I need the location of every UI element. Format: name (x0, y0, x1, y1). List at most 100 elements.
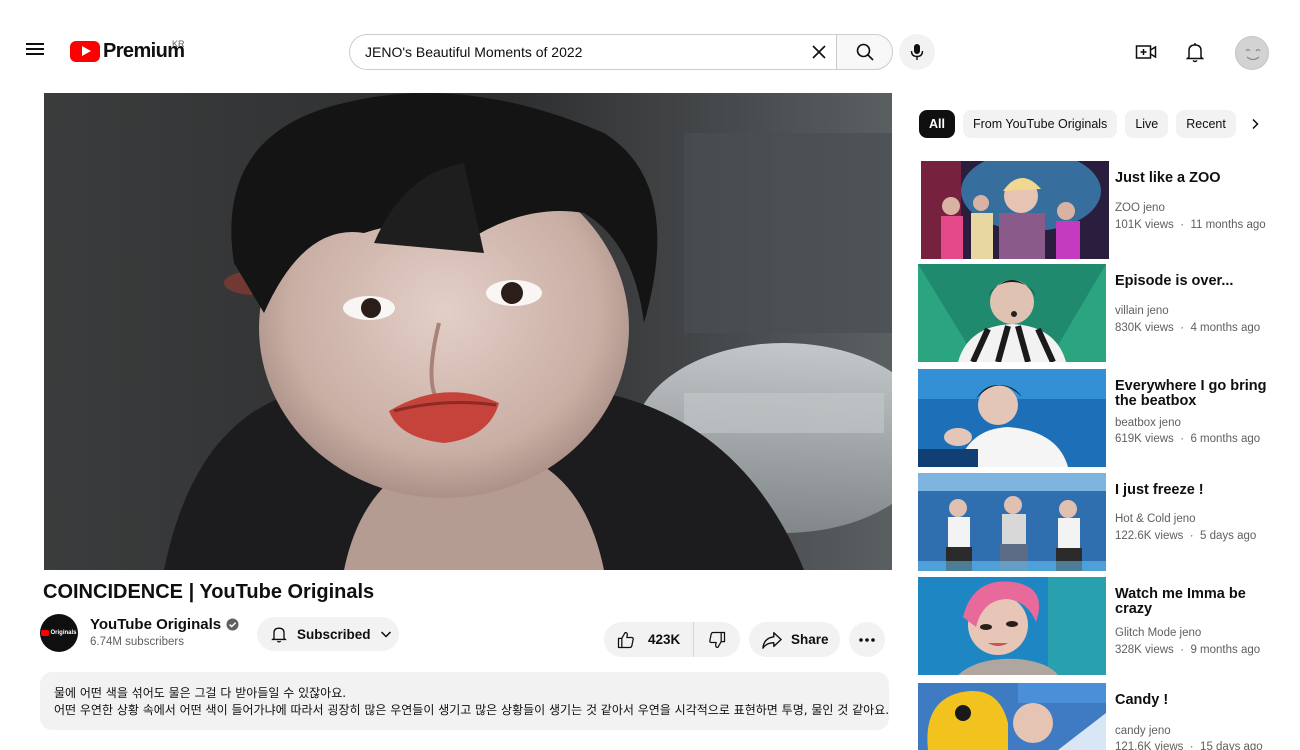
recommendation-item[interactable]: Candy ! candy jeno 121.6K views · 15 day… (918, 683, 1280, 750)
avatar-icon (1245, 48, 1261, 61)
recommendation-item[interactable]: I just freeze ! Hot & Cold jeno 122.6K v… (918, 473, 1280, 573)
voice-search-button[interactable] (899, 34, 935, 70)
like-button[interactable]: 423K (604, 622, 694, 657)
account-avatar[interactable] (1235, 36, 1269, 70)
masthead: Premium KR (0, 0, 1300, 100)
originals-logo: Originals (41, 630, 77, 636)
channel-avatar-label: Originals (50, 630, 77, 636)
recommendation-thumbnail[interactable] (918, 369, 1106, 467)
meta-separator: · (1186, 530, 1197, 542)
chevron-down-icon (380, 631, 391, 638)
video-create-icon (1135, 45, 1157, 59)
search-icon (856, 43, 874, 61)
upload-age: 15 days ago (1200, 741, 1263, 750)
search-button[interactable] (836, 34, 893, 70)
recommendation-title[interactable]: I just freeze ! (1115, 483, 1275, 498)
recommendation-thumbnail[interactable] (918, 577, 1106, 675)
view-count: 328K views (1115, 644, 1174, 656)
search-box (349, 34, 893, 70)
subscribed-button[interactable]: Subscribed (257, 617, 399, 651)
like-dislike-group: 423K (604, 622, 740, 657)
view-count: 619K views (1115, 433, 1174, 445)
recommendation-thumbnail[interactable] (921, 161, 1109, 259)
meta-separator: · (1177, 644, 1188, 656)
upload-age: 4 months ago (1190, 322, 1261, 334)
country-code: KR (172, 39, 185, 49)
channel-avatar[interactable]: Originals (40, 614, 78, 652)
bell-icon (1185, 43, 1205, 63)
youtube-premium-logo[interactable]: Premium (70, 40, 185, 63)
chevron-right-icon (1252, 118, 1259, 130)
meta-separator: · (1177, 322, 1188, 334)
recommendation-item[interactable]: Everywhere I go bring the beatbox beatbo… (918, 369, 1280, 469)
youtube-play-icon (70, 41, 100, 62)
filter-chips-bar: All From YouTube Originals Live Recent (919, 110, 1239, 138)
recommendation-channel[interactable]: villain jeno (1115, 305, 1169, 317)
microphone-icon (910, 44, 924, 60)
menu-icon-bar (26, 48, 44, 50)
dislike-button[interactable] (694, 622, 740, 657)
more-actions-button[interactable] (849, 622, 885, 657)
meta-separator: · (1186, 741, 1197, 750)
bell-icon (271, 627, 287, 643)
recommendation-channel[interactable]: beatbox jeno (1115, 417, 1181, 429)
chip-all[interactable]: All (919, 110, 955, 138)
guide-menu-button[interactable] (22, 40, 48, 66)
notifications-button[interactable] (1183, 40, 1207, 64)
recommendation-meta: 101K views · 11 months ago (1115, 219, 1266, 231)
chip-recent[interactable]: Recent (1176, 110, 1236, 138)
recommendation-channel[interactable]: ZOO jeno (1115, 202, 1165, 214)
verified-check-icon (226, 618, 239, 631)
thumbnail-image (918, 264, 1106, 362)
recommendation-title[interactable]: Episode is over... (1115, 274, 1275, 289)
close-icon (812, 45, 826, 59)
meta-separator: · (1177, 433, 1188, 445)
more-horizontal-icon (859, 637, 875, 642)
like-count: 423K (648, 632, 681, 647)
view-count: 122.6K views (1115, 530, 1184, 542)
channel-name: YouTube Originals (90, 616, 222, 633)
share-arrow-icon (762, 631, 782, 649)
description-line: 물에 어떤 색을 섞어도 물은 그걸 다 받아들일 수 있잖아요. (54, 686, 347, 700)
video-description[interactable]: 물에 어떤 색을 섞어도 물은 그걸 다 받아들일 수 있잖아요. 어떤 우연한… (40, 672, 889, 730)
recommendation-item[interactable]: Just like a ZOO ZOO jeno 101K views · 11… (918, 161, 1280, 261)
description-line: 어떤 우연한 상황 속에서 어떤 색이 들어가냐에 따라서 굉장히 많은 우연들… (54, 703, 889, 717)
thumbnail-image (921, 161, 1109, 259)
menu-icon-bar (26, 43, 44, 45)
thumbs-up-icon (617, 631, 634, 648)
view-count: 101K views (1115, 219, 1174, 231)
thumbnail-image (918, 577, 1106, 675)
recommendation-thumbnail[interactable] (918, 264, 1106, 362)
recommendation-thumbnail[interactable] (918, 473, 1106, 571)
chip-live[interactable]: Live (1125, 110, 1169, 138)
subscriber-count: 6.74M subscribers (90, 636, 184, 648)
recommendation-channel[interactable]: Glitch Mode jeno (1115, 627, 1201, 639)
recommendation-item[interactable]: Watch me Imma be crazy Glitch Mode jeno … (918, 577, 1280, 677)
video-player[interactable] (44, 93, 892, 570)
recommendation-meta: 121.6K views · 15 days ago (1115, 741, 1263, 750)
upload-age: 9 months ago (1190, 644, 1261, 656)
recommendation-channel[interactable]: Hot & Cold jeno (1115, 513, 1196, 525)
meta-separator: · (1177, 219, 1188, 231)
chips-scroll-next-button[interactable] (1243, 112, 1267, 136)
recommendation-thumbnail[interactable] (918, 683, 1106, 750)
recommendation-title[interactable]: Everywhere I go bring the beatbox (1115, 379, 1275, 409)
recommendation-meta: 328K views · 9 months ago (1115, 644, 1260, 656)
subscribed-label: Subscribed (297, 626, 371, 642)
channel-name-link[interactable]: YouTube Originals (90, 616, 239, 633)
thumbs-down-icon (709, 631, 726, 648)
mini-play-icon (41, 630, 50, 636)
search-input[interactable] (349, 34, 836, 70)
clear-search-button[interactable] (809, 42, 829, 62)
video-frame (44, 93, 892, 570)
chip-from-youtube-originals[interactable]: From YouTube Originals (962, 110, 1118, 138)
recommendation-item[interactable]: Episode is over... villain jeno 830K vie… (918, 264, 1280, 364)
recommendation-title[interactable]: Watch me Imma be crazy (1115, 587, 1275, 617)
recommendation-title[interactable]: Just like a ZOO (1115, 171, 1275, 186)
recommendation-title[interactable]: Candy ! (1115, 693, 1275, 708)
recommendation-channel[interactable]: candy jeno (1115, 725, 1171, 737)
recommendation-meta: 619K views · 6 months ago (1115, 433, 1260, 445)
share-button[interactable]: Share (749, 622, 840, 657)
thumbnail-image (918, 473, 1106, 571)
create-button[interactable] (1134, 40, 1158, 64)
